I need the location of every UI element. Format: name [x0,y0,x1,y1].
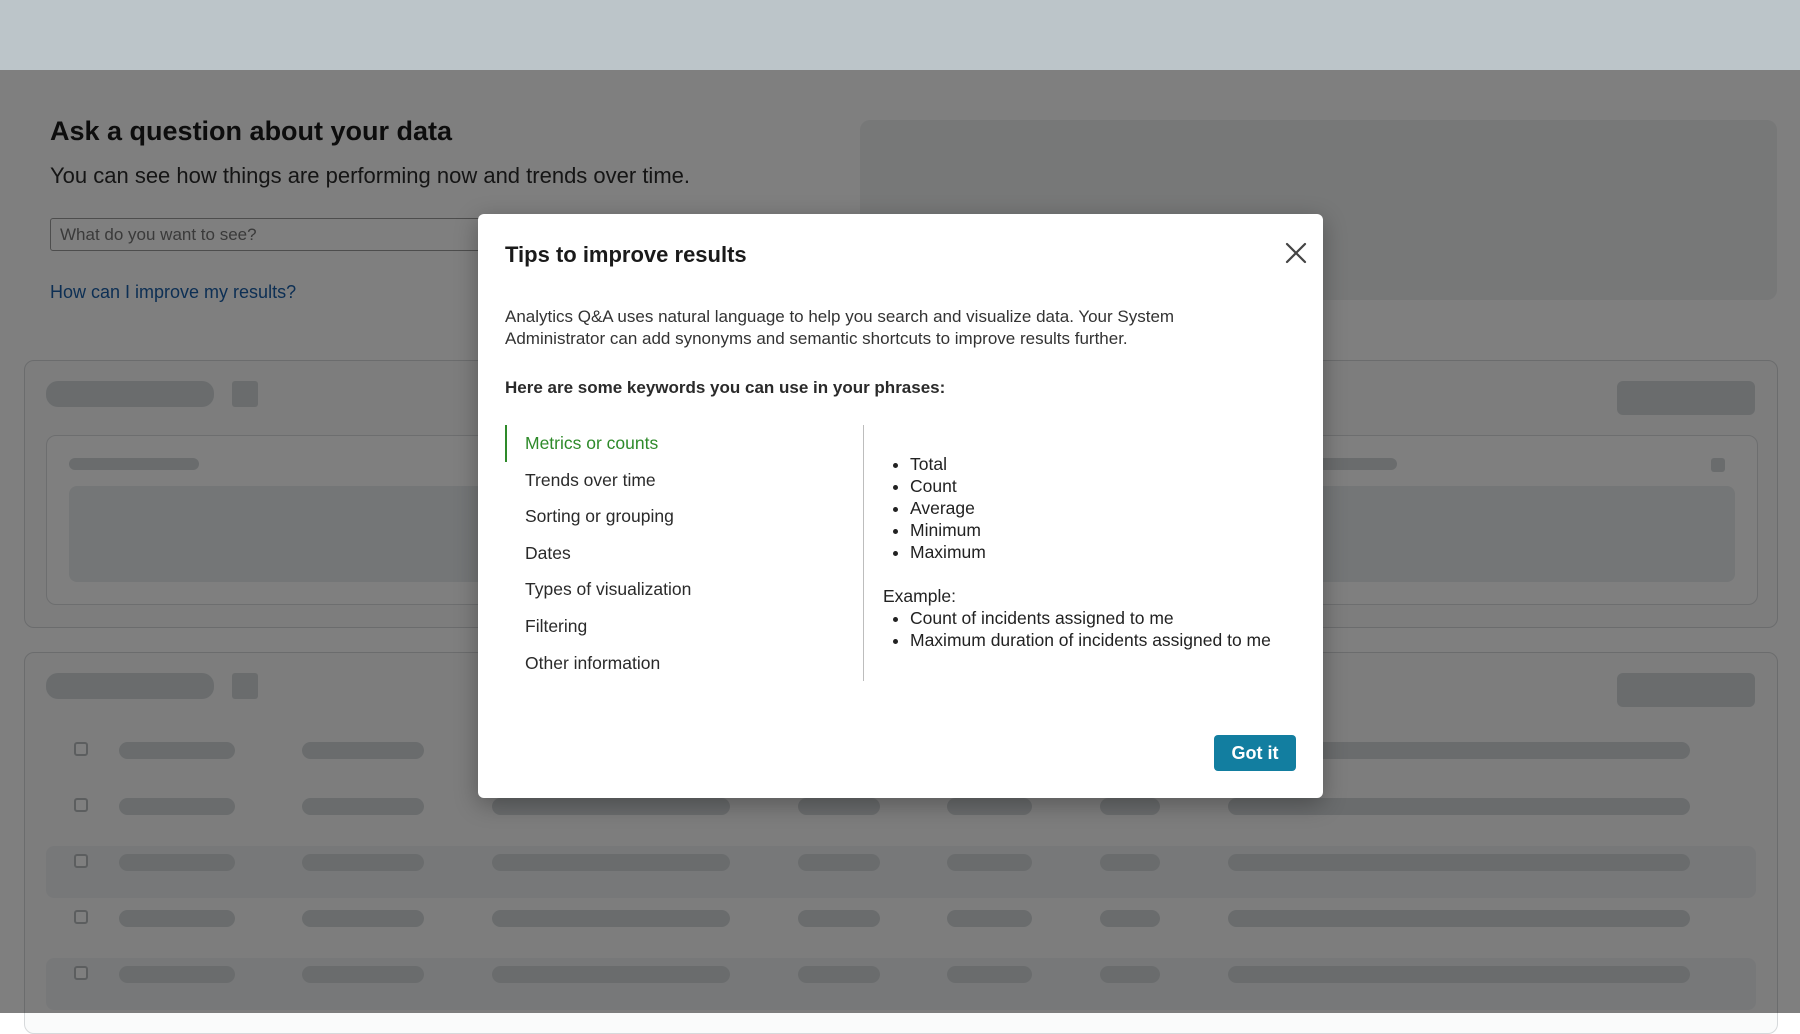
keyword-item: Minimum [910,519,1303,541]
category-detail-panel: Total Count Average Minimum Maximum Exam… [883,453,1303,651]
keyword-item: Maximum [910,541,1303,563]
category-divider [863,425,864,681]
top-header-bar [0,0,1800,71]
example-item: Maximum duration of incidents assigned t… [910,629,1303,651]
keyword-category-list: Metrics or counts Trends over time Sorti… [505,425,845,681]
category-types-of-visualization[interactable]: Types of visualization [505,571,845,608]
close-button[interactable] [1283,240,1309,266]
example-list: Count of incidents assigned to me Maximu… [883,607,1303,651]
example-item: Count of incidents assigned to me [910,607,1303,629]
category-trends-over-time[interactable]: Trends over time [505,462,845,499]
category-filtering[interactable]: Filtering [505,608,845,645]
keywords-heading: Here are some keywords you can use in yo… [505,378,946,397]
close-icon [1283,240,1309,266]
keyword-list: Total Count Average Minimum Maximum [883,453,1303,563]
category-other-information[interactable]: Other information [505,645,845,682]
got-it-button[interactable]: Got it [1214,735,1296,771]
keyword-item: Average [910,497,1303,519]
category-sorting-or-grouping[interactable]: Sorting or grouping [505,498,845,535]
example-label: Example: [883,586,956,606]
category-metrics-or-counts[interactable]: Metrics or counts [505,425,845,462]
modal-description: Analytics Q&A uses natural language to h… [505,307,1175,348]
modal-title: Tips to improve results [505,242,747,267]
category-dates[interactable]: Dates [505,535,845,572]
tips-modal: Tips to improve results Analytics Q&A us… [478,214,1323,798]
keyword-item: Count [910,475,1303,497]
keyword-item: Total [910,453,1303,475]
